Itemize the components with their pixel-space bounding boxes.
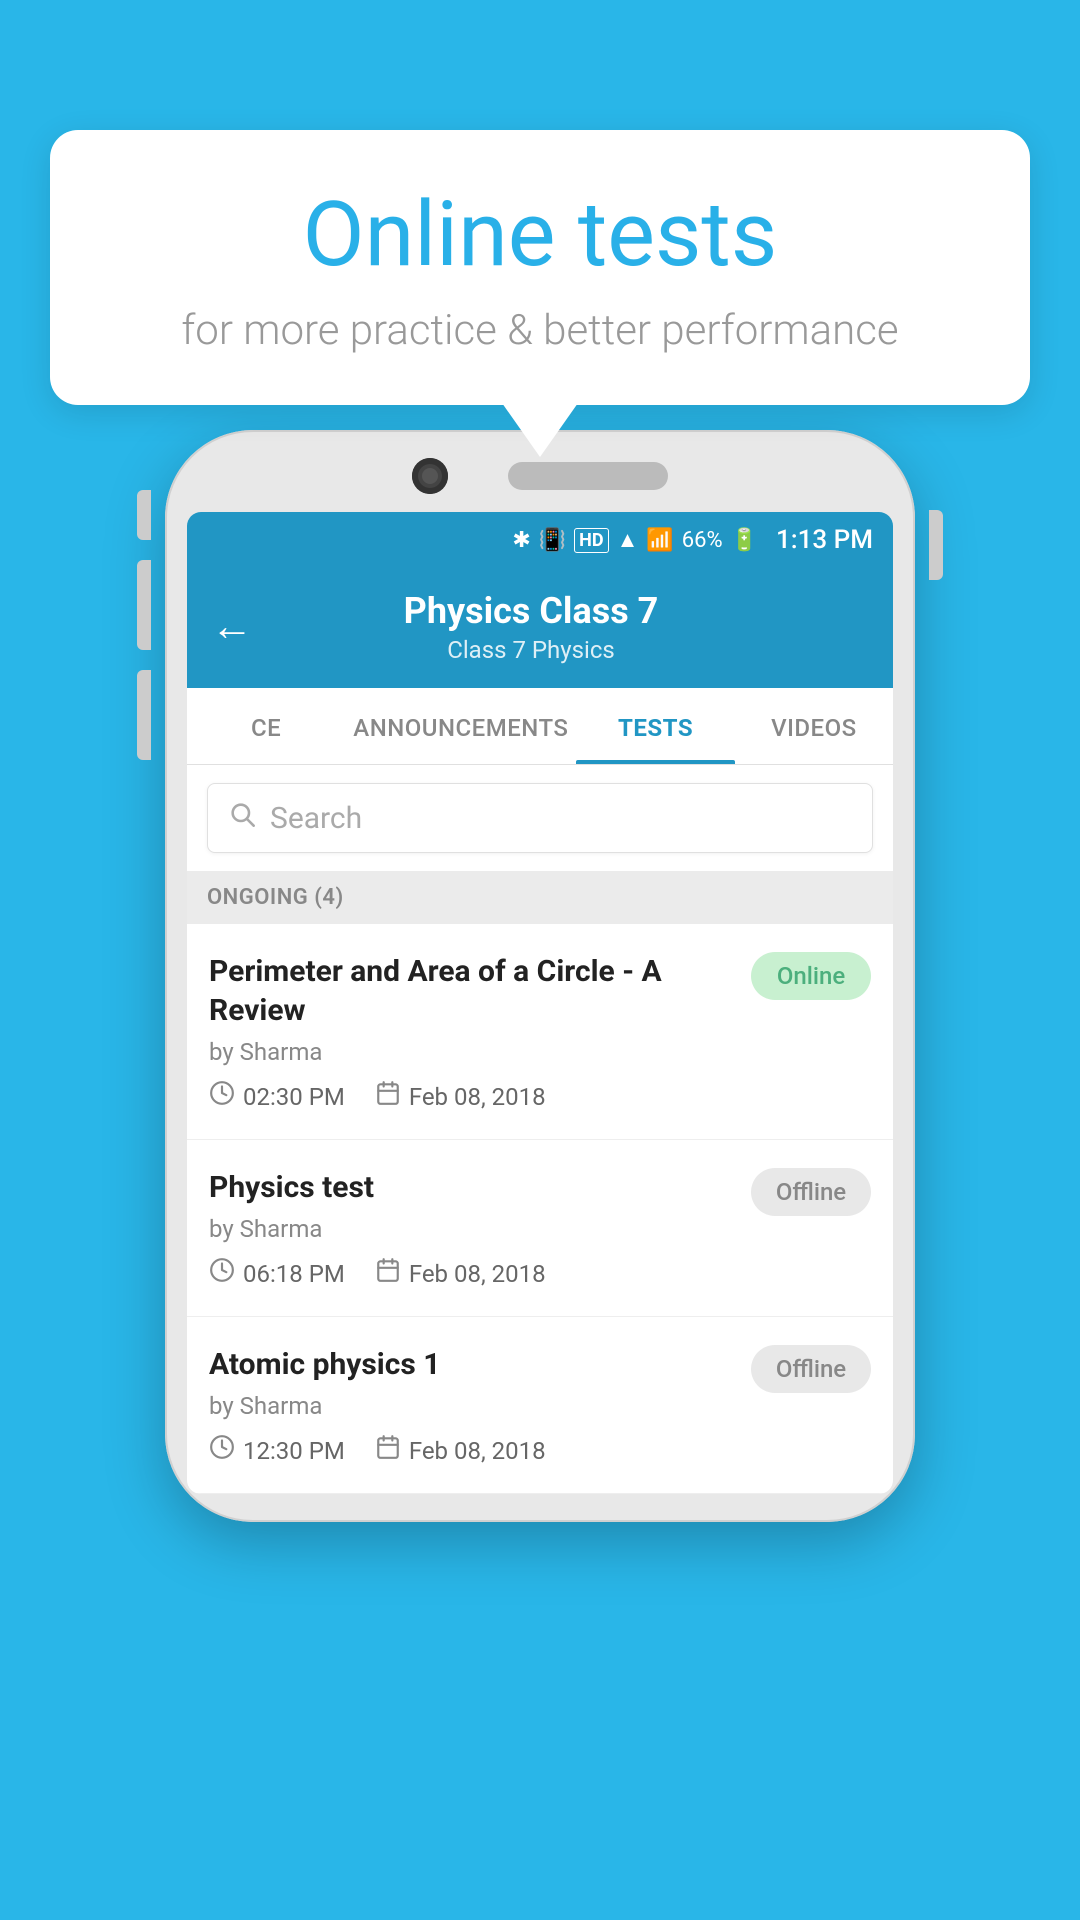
clock-icon xyxy=(209,1257,235,1290)
calendar-icon xyxy=(375,1080,401,1113)
speech-bubble-card: Online tests for more practice & better … xyxy=(50,130,1030,405)
search-icon xyxy=(228,800,256,836)
bubble-subtitle: for more practice & better performance xyxy=(110,306,970,355)
date-value: Feb 08, 2018 xyxy=(409,1083,546,1111)
status-icons: ✱ 📳 HD ▲ 📶 66% 🔋 xyxy=(512,527,758,553)
test-meta: 12:30 PM xyxy=(209,1434,731,1467)
clock-icon xyxy=(209,1080,235,1113)
test-title: Atomic physics 1 xyxy=(209,1345,731,1384)
signal-icon: 📶 xyxy=(646,528,673,553)
section-header-ongoing: ONGOING (4) xyxy=(187,871,893,924)
battery-percent: 66% xyxy=(682,528,723,553)
test-meta: 06:18 PM xyxy=(209,1257,731,1290)
test-item-left: Atomic physics 1 by Sharma 12: xyxy=(209,1345,731,1467)
tabs-bar: CE ANNOUNCEMENTS TESTS VIDEOS xyxy=(187,688,893,765)
bluetooth-icon: ✱ xyxy=(512,528,530,553)
phone-power-button xyxy=(929,510,943,580)
date-value: Feb 08, 2018 xyxy=(409,1437,546,1465)
test-item-left: Physics test by Sharma 06:18 P xyxy=(209,1168,731,1290)
tab-announcements[interactable]: ANNOUNCEMENTS xyxy=(345,688,576,764)
phone-camera xyxy=(412,458,448,494)
time-value: 06:18 PM xyxy=(243,1260,345,1288)
status-bar: ✱ 📳 HD ▲ 📶 66% 🔋 1:13 PM xyxy=(187,512,893,568)
test-time: 02:30 PM xyxy=(209,1080,345,1113)
test-date: Feb 08, 2018 xyxy=(375,1080,546,1113)
test-time: 06:18 PM xyxy=(209,1257,345,1290)
clock-icon xyxy=(209,1434,235,1467)
test-by: by Sharma xyxy=(209,1392,731,1420)
test-title: Physics test xyxy=(209,1168,731,1207)
test-by: by Sharma xyxy=(209,1215,731,1243)
tab-tests[interactable]: TESTS xyxy=(576,688,734,764)
test-meta: 02:30 PM xyxy=(209,1080,731,1113)
search-placeholder: Search xyxy=(270,801,362,836)
wifi-icon: ▲ xyxy=(617,527,639,553)
test-item[interactable]: Physics test by Sharma 06:18 P xyxy=(187,1140,893,1317)
phone-top-bar xyxy=(187,458,893,494)
status-badge-offline: Offline xyxy=(751,1168,871,1216)
header-title-block: Physics Class 7 Class 7 Physics xyxy=(273,590,789,664)
phone-volume-down-button xyxy=(137,670,151,760)
test-date: Feb 08, 2018 xyxy=(375,1434,546,1467)
tab-ce[interactable]: CE xyxy=(187,688,345,764)
test-list: Perimeter and Area of a Circle - A Revie… xyxy=(187,924,893,1494)
header-breadcrumb: Class 7 Physics xyxy=(273,636,789,664)
test-item-left: Perimeter and Area of a Circle - A Revie… xyxy=(209,952,731,1113)
hd-icon: HD xyxy=(574,528,608,553)
phone-mockup: ✱ 📳 HD ▲ 📶 66% 🔋 1:13 PM ← Physics Class… xyxy=(165,430,915,1522)
test-time: 12:30 PM xyxy=(209,1434,345,1467)
status-badge-online: Online xyxy=(751,952,871,1000)
vibrate-icon: 📳 xyxy=(539,528,566,553)
calendar-icon xyxy=(375,1434,401,1467)
bubble-title: Online tests xyxy=(110,185,970,284)
test-by: by Sharma xyxy=(209,1038,731,1066)
calendar-icon xyxy=(375,1257,401,1290)
phone-volume-up-button xyxy=(137,560,151,650)
time-value: 02:30 PM xyxy=(243,1083,345,1111)
app-header: ← Physics Class 7 Class 7 Physics xyxy=(187,568,893,688)
test-item[interactable]: Perimeter and Area of a Circle - A Revie… xyxy=(187,924,893,1140)
status-badge-offline: Offline xyxy=(751,1345,871,1393)
status-time: 1:13 PM xyxy=(776,525,873,555)
date-value: Feb 08, 2018 xyxy=(409,1260,546,1288)
phone-outer: ✱ 📳 HD ▲ 📶 66% 🔋 1:13 PM ← Physics Class… xyxy=(165,430,915,1522)
test-item[interactable]: Atomic physics 1 by Sharma 12: xyxy=(187,1317,893,1494)
test-title: Perimeter and Area of a Circle - A Revie… xyxy=(209,952,731,1030)
search-container: Search xyxy=(187,765,893,871)
search-input-wrapper[interactable]: Search xyxy=(207,783,873,853)
phone-speaker xyxy=(508,462,668,490)
back-button[interactable]: ← xyxy=(211,606,253,648)
header-title: Physics Class 7 xyxy=(273,590,789,632)
phone-screen: ✱ 📳 HD ▲ 📶 66% 🔋 1:13 PM ← Physics Class… xyxy=(187,512,893,1494)
test-date: Feb 08, 2018 xyxy=(375,1257,546,1290)
tab-videos[interactable]: VIDEOS xyxy=(735,688,893,764)
phone-mute-button xyxy=(137,490,151,540)
battery-icon: 🔋 xyxy=(731,528,758,553)
time-value: 12:30 PM xyxy=(243,1437,345,1465)
